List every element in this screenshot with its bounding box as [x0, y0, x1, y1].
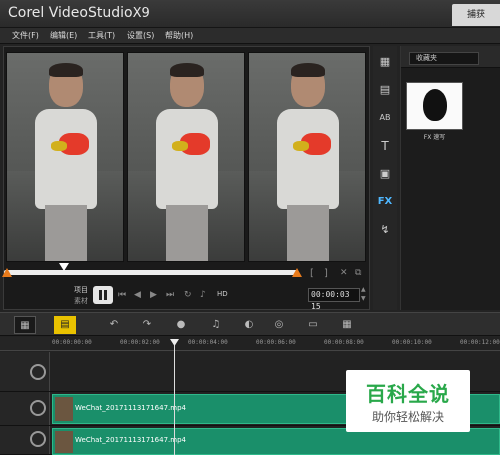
sound-mixer-icon[interactable]: ♫	[205, 316, 227, 334]
preview-frame-3	[248, 52, 366, 262]
repeat-icon[interactable]: ↻	[184, 290, 192, 300]
ruler-tick: 00:00:02:00	[120, 339, 160, 346]
redo-icon[interactable]: ↷	[136, 316, 158, 334]
library-toolbar: 收藏夹	[401, 46, 500, 68]
hd-toggle[interactable]: HD	[217, 290, 228, 298]
path-icon[interactable]: ↯	[376, 222, 394, 238]
ruler-header	[0, 337, 50, 351]
instant-project-icon[interactable]: ▤	[376, 82, 394, 98]
menu-settings[interactable]: 设置(S)	[127, 30, 154, 41]
track-header	[0, 352, 50, 391]
track-header	[0, 392, 50, 425]
graphic-icon[interactable]: ▣	[376, 166, 394, 182]
undo-icon[interactable]: ↶	[103, 316, 125, 334]
mode-project-label[interactable]: 项目	[74, 285, 88, 295]
ruler-tick: 00:00:04:00	[188, 339, 228, 346]
logo-brand: Corel	[8, 5, 45, 21]
trim-end-marker[interactable]	[292, 268, 302, 277]
subtitle-editor-icon[interactable]: ▭	[302, 316, 324, 334]
title-icon[interactable]: T	[376, 138, 394, 154]
library-folder-dropdown[interactable]: 收藏夹	[409, 52, 479, 65]
multi-camera-icon[interactable]: ▦	[336, 316, 358, 334]
ruler-tick: 00:00:08:00	[324, 339, 364, 346]
menu-bar: 文件(F) 编辑(E) 工具(T) 设置(S) 帮助(H)	[0, 28, 500, 44]
pause-button[interactable]	[93, 286, 113, 304]
mark-in-icon[interactable]: [	[310, 268, 314, 279]
ruler-tick: 00:00:06:00	[256, 339, 296, 346]
media-icon[interactable]: ▦	[376, 54, 394, 70]
mode-clip-label[interactable]: 素材	[74, 296, 88, 306]
preview-frame-1	[6, 52, 124, 262]
preview-frame-2	[127, 52, 245, 262]
track-header	[0, 426, 50, 454]
clip-label: WeChat_20171113171647.mp4	[75, 404, 186, 412]
mark-out-icon[interactable]: ]	[324, 268, 328, 279]
tab-capture[interactable]: 捕获	[452, 4, 500, 26]
timecode-value: 00:00:03	[311, 290, 350, 299]
clip-label: WeChat_20171113171647.mp4	[75, 436, 186, 444]
logo-product: VideoStudio	[48, 5, 133, 21]
transition-icon[interactable]: AB	[376, 110, 394, 126]
logo-version: X9	[132, 6, 150, 21]
watermark-title: 百科全说	[366, 382, 450, 406]
film-reel-icon	[30, 364, 46, 380]
home-icon[interactable]: ⏮	[118, 290, 126, 300]
volume-icon[interactable]: ♪	[200, 290, 206, 300]
title-bar: Corel VideoStudioX9 捕获	[0, 0, 500, 28]
timeline-ruler[interactable]: 00:00:00:00 00:00:02:00 00:00:04:00 00:0…	[50, 337, 500, 351]
watermark-subtitle: 助你轻松解决	[371, 410, 444, 424]
next-frame-icon[interactable]: ▶	[150, 290, 157, 300]
record-capture-icon[interactable]: ●	[170, 316, 192, 334]
library-panel: 收藏夹 FX 速写	[400, 46, 500, 310]
timeline-clip[interactable]: WeChat_20171113171647.mp4	[52, 428, 500, 455]
timeline-view-icon[interactable]: ▤	[54, 316, 76, 334]
cut-icon[interactable]: ✕	[340, 268, 348, 278]
trim-start-marker[interactable]	[2, 268, 12, 277]
menu-tools[interactable]: 工具(T)	[88, 30, 115, 41]
library-item-label: FX 速写	[423, 134, 446, 141]
timeline-playhead[interactable]	[174, 339, 175, 455]
ruler-tick: 00:00:12:00	[460, 339, 500, 346]
enlarge-icon[interactable]: ⧉	[355, 268, 361, 278]
timeline-toolbar: ▦ ▤ ↶ ↷ ● ♫ ◐ ◎ ▭ ▦	[0, 312, 500, 336]
timecode-field[interactable]: 00:00:03 15	[308, 288, 360, 311]
menu-edit[interactable]: 编辑(E)	[50, 30, 77, 41]
scrubber-bar[interactable]	[4, 270, 298, 275]
storyboard-view-icon[interactable]: ▦	[14, 316, 36, 334]
watermark-badge: 百科全说 助你轻松解决	[346, 370, 470, 432]
timecode-down-icon[interactable]: ▼	[361, 295, 366, 302]
library-item-thumb[interactable]	[406, 82, 463, 130]
auto-music-icon[interactable]: ◐	[238, 316, 260, 334]
timecode-up-icon[interactable]: ▲	[361, 286, 366, 293]
film-reel-icon	[30, 400, 46, 416]
motion-tracking-icon[interactable]: ◎	[268, 316, 290, 334]
ruler-tick: 00:00:10:00	[392, 339, 432, 346]
filter-fx-icon[interactable]: FX	[376, 194, 394, 210]
fx-sketch-thumb-icon	[423, 89, 447, 121]
film-reel-icon	[30, 431, 46, 447]
app-window: Corel VideoStudioX9 捕获 文件(F) 编辑(E) 工具(T)…	[0, 0, 500, 455]
prev-frame-icon[interactable]: ◀	[134, 290, 141, 300]
menu-file[interactable]: 文件(F)	[12, 30, 39, 41]
end-icon[interactable]: ⏭	[166, 290, 174, 300]
menu-help[interactable]: 帮助(H)	[165, 30, 193, 41]
library-category-bar: ▦ ▤ AB T ▣ FX ↯	[373, 46, 397, 310]
timecode-frame: 15	[311, 302, 321, 311]
ruler-tick: 00:00:00:00	[52, 339, 92, 346]
app-logo: Corel VideoStudioX9	[8, 5, 150, 21]
clip-thumbnail	[55, 431, 73, 453]
clip-thumbnail	[55, 397, 73, 421]
